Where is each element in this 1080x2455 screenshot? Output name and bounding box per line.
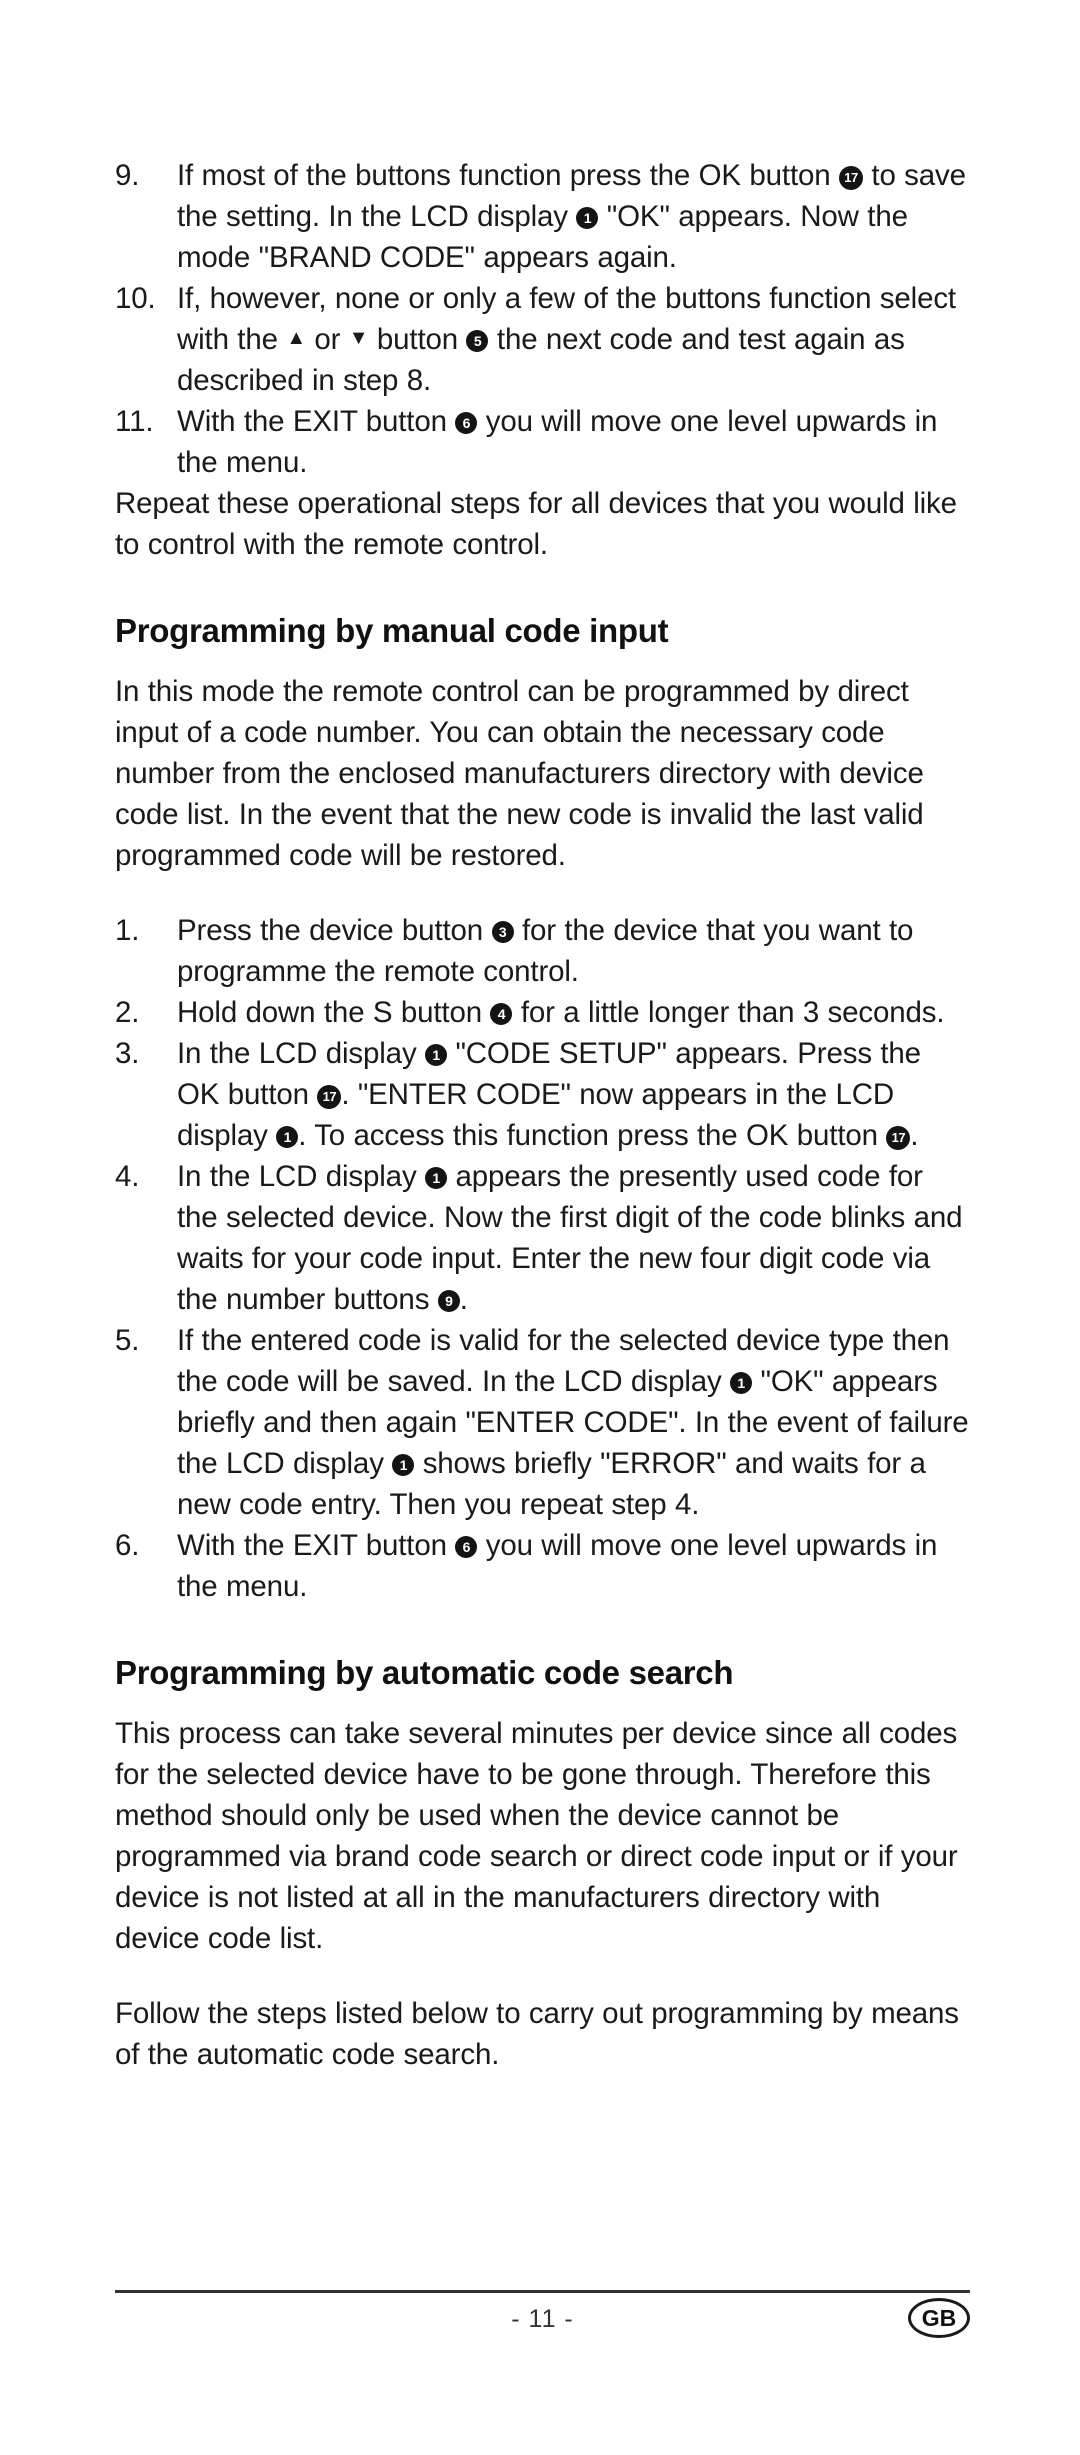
list-item-number: 3.: [115, 1037, 140, 1070]
page-content: 9. If most of the buttons function press…: [115, 155, 970, 2075]
list-item: 6. With the EXIT button 6 you will move …: [115, 1525, 970, 1607]
list-item-number: 5.: [115, 1324, 140, 1357]
section-intro-manual: In this mode the remote control can be p…: [115, 675, 924, 872]
list-item: 11. With the EXIT button 6 you will move…: [115, 401, 970, 483]
section-paragraph-automatic-1: This process can take several minutes pe…: [115, 1717, 958, 1955]
page-footer: - 11 - GB: [115, 2290, 970, 2370]
list-item-text: With the EXIT button 6 you will move one…: [177, 405, 938, 479]
list-item-text: If, however, none or only a few of the b…: [177, 282, 956, 397]
list-item-number: 11.: [115, 405, 154, 438]
locale-badge: GB: [908, 2298, 970, 2338]
callout-badge-1: 1: [276, 1126, 299, 1148]
steps-continued-list: 9. If most of the buttons function press…: [115, 155, 970, 483]
callout-badge-6: 6: [455, 1536, 478, 1558]
callout-badge-1: 1: [425, 1167, 447, 1189]
callout-badge-6: 6: [455, 412, 478, 434]
callout-badge-1: 1: [730, 1372, 753, 1394]
list-item-number: 1.: [115, 914, 140, 947]
document-page: 9. If most of the buttons function press…: [0, 0, 1080, 2455]
list-item: 2. Hold down the S button 4 for a little…: [115, 992, 970, 1033]
callout-badge-4: 4: [490, 1003, 513, 1025]
callout-badge-1: 1: [392, 1454, 415, 1476]
list-item: 5. If the entered code is valid for the …: [115, 1320, 970, 1525]
list-item: 10. If, however, none or only a few of t…: [115, 278, 970, 401]
list-item: 3. In the LCD display 1 "CODE SETUP" app…: [115, 1033, 970, 1156]
callout-badge-9: 9: [437, 1290, 460, 1312]
closing-paragraph: Repeat these operational steps for all d…: [115, 487, 957, 561]
list-item-text: Press the device button 3 for the device…: [177, 914, 914, 988]
callout-badge-5: 5: [466, 330, 489, 352]
list-item-number: 6.: [115, 1529, 140, 1562]
callout-badge-17: 17: [886, 1126, 911, 1150]
list-item-text: Hold down the S button 4 for a little lo…: [177, 996, 945, 1029]
list-item-text: With the EXIT button 6 you will move one…: [177, 1529, 938, 1603]
callout-badge-1: 1: [576, 207, 599, 229]
list-item-text: In the LCD display 1 "CODE SETUP" appear…: [177, 1037, 921, 1152]
callout-badge-1: 1: [425, 1044, 447, 1066]
list-item: 1. Press the device button 3 for the dev…: [115, 910, 970, 992]
section-heading-automatic: Programming by automatic code search: [115, 1654, 734, 1691]
list-item-text: If most of the buttons function press th…: [177, 159, 966, 274]
footer-divider: [115, 2290, 970, 2293]
list-item-number: 4.: [115, 1160, 140, 1193]
callout-badge-17: 17: [317, 1085, 342, 1109]
callout-badge-3: 3: [491, 921, 514, 943]
list-item-number: 2.: [115, 996, 140, 1029]
list-item-number: 9.: [115, 159, 140, 192]
section-heading-manual: Programming by manual code input: [115, 612, 669, 649]
arrow-down-icon: ▼: [348, 327, 369, 349]
list-item-number: 10.: [115, 282, 156, 315]
callout-badge-17: 17: [838, 166, 863, 190]
arrow-up-icon: ▲: [286, 327, 306, 349]
list-item: 9. If most of the buttons function press…: [115, 155, 970, 278]
list-item: 4. In the LCD display 1 appears the pres…: [115, 1156, 970, 1320]
list-item-text: If the entered code is valid for the sel…: [177, 1324, 969, 1521]
page-number: - 11 -: [511, 2305, 574, 2333]
section-paragraph-automatic-2: Follow the steps listed below to carry o…: [115, 1997, 959, 2071]
list-item-text: In the LCD display 1 appears the present…: [177, 1160, 963, 1316]
steps-manual-list: 1. Press the device button 3 for the dev…: [115, 910, 970, 1607]
